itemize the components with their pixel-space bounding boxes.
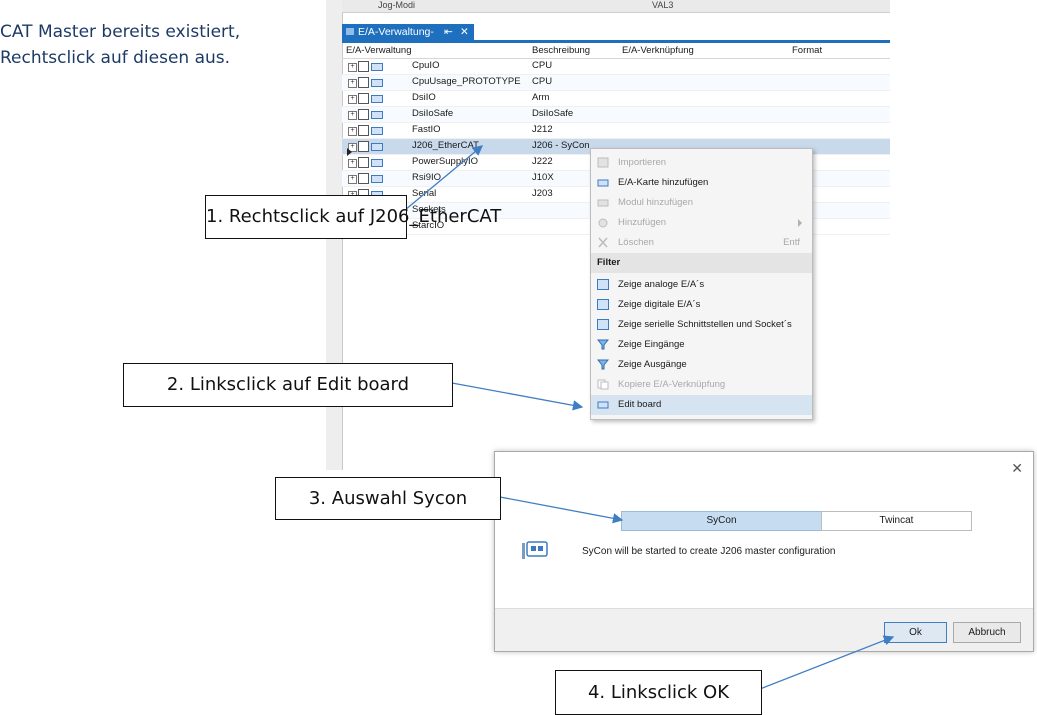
callout-2: 2. Linksclick auf Edit board [123, 363, 453, 407]
arrow-4 [759, 635, 895, 690]
callout-4: 4. Linksclick OK [555, 670, 762, 715]
callout-arrows [404, 145, 895, 690]
callout-1: 1. Rechtsclick auf J206_EtherCAT [205, 195, 501, 239]
arrow-1 [404, 145, 483, 211]
arrow-3 [499, 496, 624, 524]
callout-3: 3. Auswahl Sycon [275, 477, 501, 520]
arrow-2 [451, 382, 584, 411]
